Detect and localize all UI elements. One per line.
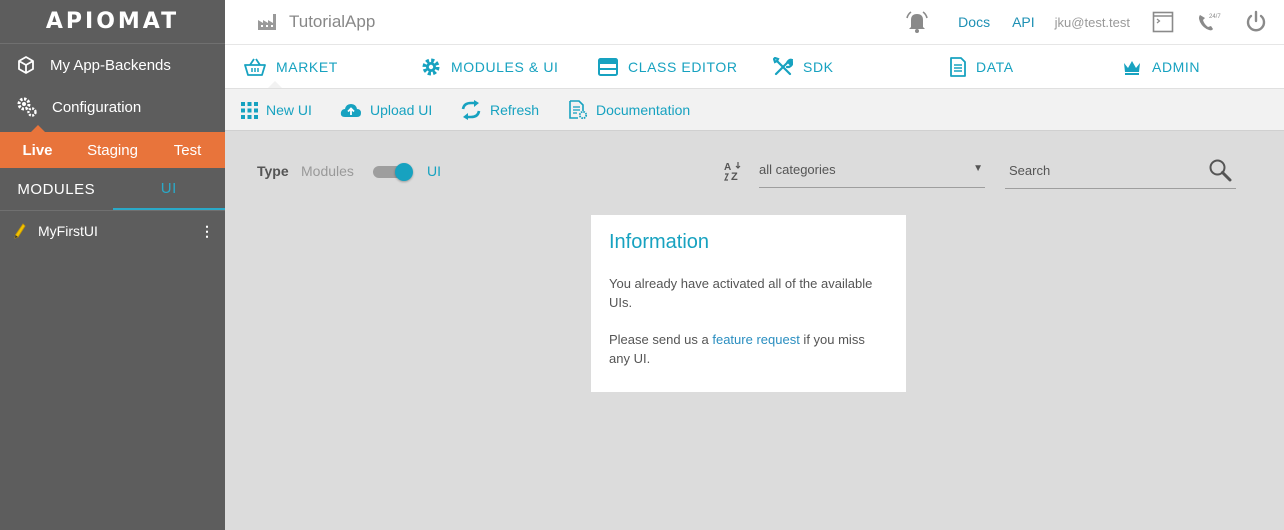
tab-admin[interactable]: ADMIN	[1122, 45, 1200, 89]
tab-label: DATA	[976, 59, 1014, 75]
support-phone-icon[interactable]: 24/7	[1196, 11, 1222, 33]
pencil-icon	[14, 223, 26, 239]
tab-label: MARKET	[276, 59, 338, 75]
tab-class-editor[interactable]: CLASS EDITOR	[598, 45, 738, 89]
power-icon[interactable]	[1244, 10, 1268, 34]
feature-request-link[interactable]: feature request	[712, 332, 799, 347]
environment-tabs: Live Staging Test	[0, 125, 225, 168]
gears-icon	[17, 97, 37, 117]
documentation-button[interactable]: Documentation	[568, 89, 690, 131]
new-ui-button[interactable]: New UI	[241, 89, 312, 131]
toolbar-label: Documentation	[596, 102, 691, 118]
type-toggle[interactable]	[373, 163, 413, 181]
sub-tab-modules[interactable]: MODULES	[0, 168, 113, 210]
console-icon[interactable]	[1152, 11, 1174, 33]
docs-link[interactable]: Docs	[958, 14, 990, 30]
logo-text: APIOMAT	[45, 9, 180, 34]
tab-label: ADMIN	[1152, 59, 1201, 75]
information-title: Information	[609, 231, 710, 253]
app-name: TutorialApp	[289, 12, 376, 31]
env-tab-staging[interactable]: Staging	[75, 142, 150, 159]
search-input[interactable]	[1009, 163, 1199, 178]
document-icon	[950, 57, 966, 77]
category-select[interactable]: all categories ▼	[759, 155, 985, 188]
user-email[interactable]: jku@test.test	[1055, 15, 1130, 30]
tab-sdk[interactable]: SDK	[773, 45, 834, 89]
tools-icon	[773, 57, 793, 76]
request-text-before: Please send us a	[609, 332, 713, 347]
action-toolbar: New UI Upload UI Refresh Documentation	[225, 88, 1284, 131]
tab-label: SDK	[803, 59, 834, 75]
notification-bell-icon[interactable]	[904, 10, 930, 34]
search-box	[1005, 155, 1236, 189]
cube-icon	[18, 56, 34, 74]
main-nav: MARKET MODULES & UI CLASS EDITOR SDK DAT…	[225, 44, 1284, 89]
sidebar-item-my-app-backends[interactable]: My App-Backends	[0, 44, 225, 86]
sidebar-item-label: Configuration	[52, 98, 142, 116]
search-icon[interactable]	[1208, 158, 1232, 187]
sort-az-icon[interactable]: A Z	[722, 160, 744, 187]
documentation-icon	[569, 100, 588, 120]
toggle-knob	[395, 163, 413, 181]
tab-modules-ui[interactable]: MODULES & UI	[421, 45, 559, 89]
active-env-caret	[31, 125, 45, 132]
logo[interactable]: APIOMAT	[0, 0, 225, 44]
tab-data[interactable]: DATA	[950, 45, 1014, 89]
type-label: Type	[257, 163, 289, 179]
category-select-value: all categories	[759, 162, 836, 177]
dropdown-arrow-icon: ▼	[973, 163, 983, 174]
basket-icon	[244, 58, 266, 76]
kebab-menu-icon[interactable]: ⋮	[197, 223, 217, 240]
refresh-button[interactable]: Refresh	[460, 89, 539, 131]
tab-market[interactable]: MARKET	[244, 45, 338, 89]
sidebar-sub-tabs: MODULES UI	[0, 168, 225, 211]
type-option-ui[interactable]: UI	[427, 163, 441, 179]
cloud-upload-icon	[340, 104, 361, 117]
factory-icon	[258, 14, 276, 30]
sidebar: APIOMAT My App-Backends Configuration Li…	[0, 0, 225, 530]
grid-icon	[241, 101, 258, 119]
svg-text:Z: Z	[731, 171, 738, 182]
crown-icon	[1124, 61, 1140, 75]
information-card: Information You already have activated a…	[591, 215, 906, 392]
window-icon	[598, 58, 618, 76]
env-tab-live[interactable]: Live	[0, 142, 75, 159]
upload-ui-button[interactable]: Upload UI	[340, 89, 432, 131]
refresh-icon	[461, 100, 481, 120]
app-selector[interactable]: TutorialApp	[257, 12, 375, 32]
information-text: You already have activated all of the av…	[609, 276, 873, 310]
support-badge: 24/7	[1209, 14, 1221, 20]
tab-label: CLASS EDITOR	[628, 59, 738, 75]
top-bar: TutorialApp Docs API jku@test.test 24/7	[225, 0, 1284, 44]
toolbar-label: Refresh	[490, 102, 540, 118]
tab-label: MODULES & UI	[451, 59, 559, 75]
api-link[interactable]: API	[1012, 14, 1035, 30]
toolbar-label: New UI	[266, 102, 312, 118]
list-item-label: MyFirstUI	[38, 223, 98, 239]
env-tab-test[interactable]: Test	[150, 142, 225, 159]
sub-tab-ui[interactable]: UI	[112, 168, 225, 210]
toolbar-label: Upload UI	[370, 102, 433, 118]
list-item-myfirstui[interactable]: MyFirstUI ⋮	[0, 220, 225, 242]
sidebar-item-configuration[interactable]: Configuration	[0, 86, 225, 128]
information-request-text: Please send us a feature request if you …	[609, 330, 888, 368]
type-option-modules[interactable]: Modules	[301, 163, 354, 179]
gear-icon	[422, 58, 440, 76]
sidebar-item-label: My App-Backends	[50, 56, 171, 74]
